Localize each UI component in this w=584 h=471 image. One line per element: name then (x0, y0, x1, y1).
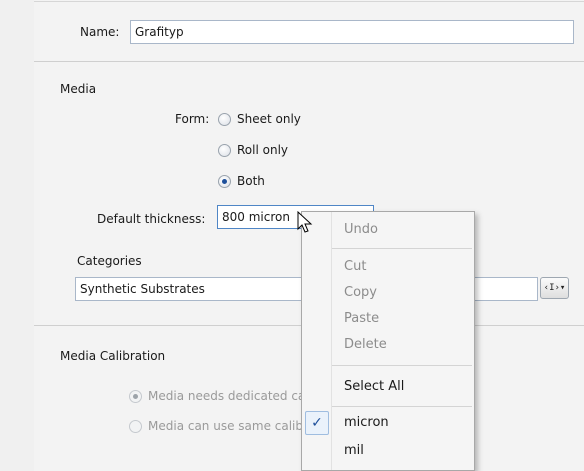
radio-roll-only-label: Roll only (237, 143, 289, 157)
menu-item-copy[interactable]: Copy (332, 280, 472, 306)
radio-sheet-only-label: Sheet only (237, 112, 301, 126)
media-heading: Media (60, 82, 97, 96)
calibration-heading: Media Calibration (60, 349, 166, 363)
menu-item-select-all[interactable]: Select All (332, 374, 472, 400)
thickness-label: Default thickness: (97, 212, 206, 226)
section-divider (34, 61, 584, 62)
form-label: Form: (175, 112, 210, 126)
variable-icon: ‹I› (543, 283, 560, 293)
radio-same-calibration-button (129, 419, 142, 433)
radio-dedicated-calibration-button (129, 389, 142, 403)
radio-sheet-only[interactable]: Sheet only (218, 112, 301, 126)
menu-item-micron[interactable]: micron (332, 410, 472, 436)
menu-item-paste[interactable]: Paste (332, 306, 472, 332)
menu-item-delete[interactable]: Delete (332, 332, 472, 358)
chevron-down-icon: ▾ (559, 283, 566, 293)
menu-separator (332, 406, 472, 407)
name-label: Name: (80, 25, 120, 39)
insert-variable-button[interactable]: ‹I› ▾ (540, 277, 569, 299)
panel-top-border (34, 1, 584, 2)
menu-separator (332, 365, 472, 366)
name-input[interactable]: Grafityp (130, 20, 574, 44)
checkmark-icon: ✓ (305, 411, 329, 435)
menu-item-undo[interactable]: Undo (332, 217, 472, 243)
radio-dedicated-calibration-label: Media needs dedicated ca (148, 389, 306, 403)
menu-separator (332, 248, 472, 249)
radio-same-calibration-label: Media can use same calib (148, 419, 304, 433)
context-menu: Undo Cut Copy Paste Delete Select All ✓ … (301, 211, 475, 471)
menu-item-cut[interactable]: Cut (332, 254, 472, 280)
radio-roll-only[interactable]: Roll only (218, 143, 288, 157)
radio-same-calibration: Media can use same calib (129, 419, 303, 433)
radio-roll-only-button[interactable] (218, 143, 231, 157)
radio-both-button[interactable] (218, 174, 231, 188)
radio-sheet-only-button[interactable] (218, 112, 231, 126)
menu-item-mil[interactable]: mil (332, 438, 472, 464)
radio-both[interactable]: Both (218, 174, 265, 188)
categories-label: Categories (77, 254, 142, 268)
radio-both-label: Both (237, 174, 265, 188)
mouse-pointer-icon (297, 211, 313, 233)
radio-dedicated-calibration: Media needs dedicated ca (129, 389, 305, 403)
